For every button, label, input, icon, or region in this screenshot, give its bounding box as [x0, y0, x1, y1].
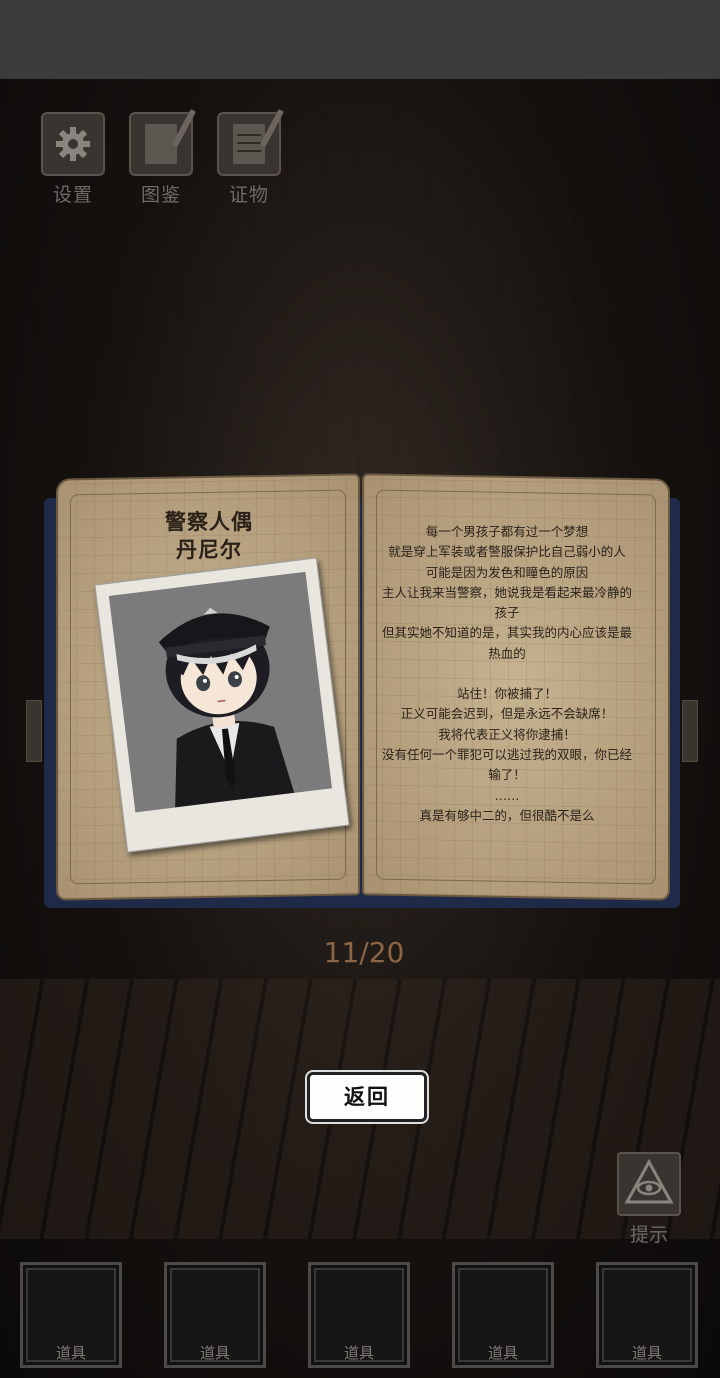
inventory-slot[interactable]: 道具: [308, 1262, 410, 1368]
description-line: 热血的: [488, 645, 526, 661]
collection-label: 图鉴: [140, 184, 181, 206]
inventory-slot[interactable]: 道具: [164, 1262, 266, 1368]
gear-icon: [41, 112, 105, 176]
settings-button[interactable]: 设置: [40, 112, 106, 207]
evidence-button[interactable]: 证物: [216, 108, 285, 207]
inventory-slot-label: 道具: [487, 1344, 518, 1362]
collection-book: 警察人偶 丹尼尔 每一个男孩子都有过一个梦想 就是穿上军装或者警服保护比自己弱小…: [44, 462, 680, 908]
inventory-slot[interactable]: 道具: [596, 1262, 698, 1368]
description-line: 我将代表正义将你逮捕！: [438, 726, 576, 742]
inventory-slot-label: 道具: [631, 1344, 662, 1362]
inventory-bar: 道具 道具 道具 道具 道具: [0, 1262, 720, 1370]
inventory-slot-label: 道具: [55, 1344, 86, 1362]
status-bar: [0, 0, 720, 79]
description-line: 可能是因为发色和瞳色的原因: [425, 564, 589, 580]
character-portrait: [108, 571, 332, 813]
description-line: 正义可能会迟到，但是永远不会缺席！: [400, 706, 614, 722]
character-photo: [94, 557, 350, 853]
next-page-arrow[interactable]: [682, 700, 698, 762]
hint-label: 提示: [629, 1224, 668, 1246]
prev-page-arrow[interactable]: [26, 700, 42, 762]
hint-button[interactable]: 提示: [616, 1152, 682, 1247]
description-line: ……: [494, 787, 520, 803]
description-line: 没有任何一个罪犯可以逃过我的双眼，你已经: [381, 746, 632, 762]
inventory-slot-label: 道具: [343, 1344, 374, 1362]
page-counter: 11/20: [323, 936, 405, 969]
evidence-notebook-icon: [217, 108, 285, 176]
evidence-label: 证物: [228, 184, 269, 206]
settings-label: 设置: [52, 184, 93, 206]
description-line: 输了！: [488, 767, 526, 783]
inventory-slot[interactable]: 道具: [20, 1262, 122, 1368]
collection-button[interactable]: 图鉴: [128, 108, 197, 207]
description-line: 但其实她不知道的是，其实我的内心应该是最: [381, 625, 632, 641]
inventory-slot-label: 道具: [199, 1344, 230, 1362]
description-line: 主人让我来当警察，她说我是看起来最冷静的: [381, 584, 632, 600]
notebook-icon: [129, 108, 197, 176]
eye-pyramid-icon: [617, 1152, 681, 1216]
description-line: 站住！你被捕了！: [456, 686, 557, 702]
character-description: 每一个男孩子都有过一个梦想 就是穿上军装或者警服保护比自己弱小的人 可能是因为发…: [372, 522, 642, 826]
description-line: [372, 664, 642, 684]
inventory-slot[interactable]: 道具: [452, 1262, 554, 1368]
description-line: 孩子: [494, 605, 520, 621]
description-line: 就是穿上军装或者警服保护比自己弱小的人: [388, 544, 626, 560]
description-line: 真是有够中二的，但很酷不是么: [419, 807, 595, 823]
character-type-title: 警察人偶: [165, 510, 253, 534]
description-line: 每一个男孩子都有过一个梦想: [425, 524, 589, 539]
back-button[interactable]: 返回: [307, 1072, 427, 1122]
